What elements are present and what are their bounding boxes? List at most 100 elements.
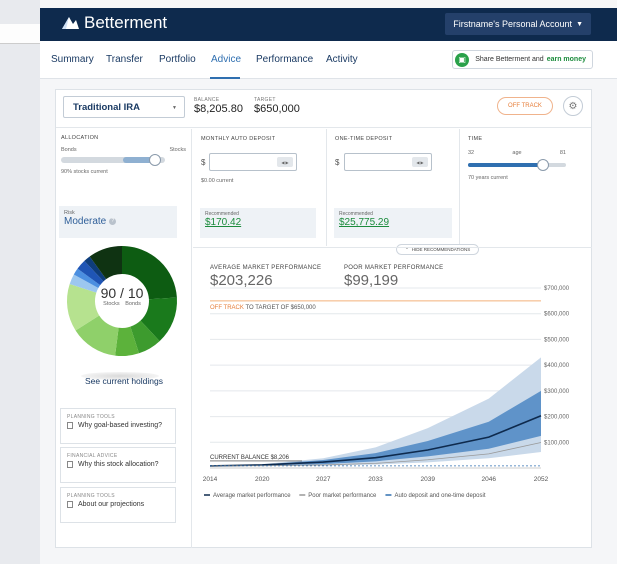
account-menu-label: Firstname's Personal Account	[453, 19, 573, 29]
time-mid: age	[512, 150, 522, 156]
earn-money-text: earn money	[546, 56, 586, 63]
x-tick-label: 2020	[255, 476, 270, 483]
time-slider-fill	[468, 163, 544, 167]
stepper-arrows-icon[interactable]: ◀ ▶	[277, 157, 293, 167]
monthly-reco-value[interactable]: $170.42	[205, 217, 311, 228]
tool-kind: PLANNING TOOLS	[67, 493, 115, 499]
donut-slice[interactable]	[84, 256, 107, 282]
time-slider[interactable]	[468, 159, 566, 171]
x-tick-label: 2039	[421, 476, 436, 483]
tool-link: About our projections	[67, 501, 169, 508]
y-tick-label: $500,000	[544, 337, 570, 343]
gift-icon: ▣	[455, 52, 470, 67]
allocation-slider[interactable]	[61, 154, 165, 166]
onetime-title: ONE-TIME DEPOSIT	[335, 136, 393, 142]
background-window-edge	[0, 0, 617, 8]
brand-name: Betterment	[84, 13, 168, 32]
time-slider-handle[interactable]	[537, 159, 550, 171]
tool-stock-allocation[interactable]: FINANCIAL ADVICE Why this stock allocati…	[60, 447, 176, 483]
donut-stocks-label: Stocks	[103, 301, 120, 307]
y-tick-label: $100,000	[544, 440, 570, 446]
time-section: TIME 32 age 81 70 years current	[460, 129, 592, 246]
onetime-deposit-input[interactable]: ◀ ▶	[344, 153, 432, 171]
nav-advice[interactable]: Advice	[211, 54, 241, 65]
tool-label: Why goal-based investing?	[78, 422, 163, 429]
donut-slice[interactable]	[115, 326, 139, 356]
off-track-target: TO TARGET OF $650,000	[244, 305, 316, 311]
y-tick-label: $600,000	[544, 312, 570, 318]
y-tick-label: $700,000	[544, 286, 570, 292]
dollar-sign: $	[201, 158, 206, 167]
stocks-label: Stocks	[169, 147, 186, 153]
x-tick-label: 2046	[482, 476, 497, 483]
goal-card: Traditional IRA ▼ BALANCE $8,205.80 TARG…	[55, 89, 592, 548]
stepper-arrows-icon[interactable]: ◀ ▶	[412, 157, 428, 167]
time-max: 81	[559, 150, 566, 156]
nav-transfer[interactable]: Transfer	[106, 54, 143, 65]
off-track-button[interactable]: OFF TRACK	[497, 97, 553, 115]
tool-link: Why this stock allocation?	[67, 461, 169, 468]
projection-panel: AVERAGE MARKET PERFORMANCE $203,226 POOR…	[193, 247, 592, 548]
share-earn-button[interactable]: ▣ Share Betterment and earn money	[452, 50, 593, 69]
donut-slice[interactable]	[129, 320, 160, 354]
balance-block: BALANCE $8,205.80	[194, 97, 243, 115]
y-tick-label: $300,000	[544, 389, 570, 395]
donut-slice[interactable]	[89, 246, 123, 280]
time-min: 32	[468, 150, 475, 156]
nav-summary[interactable]: Summary	[51, 54, 94, 65]
share-text: Share Betterment and	[475, 56, 544, 63]
tool-goal-based[interactable]: PLANNING TOOLS Why goal-based investing?	[60, 408, 176, 444]
y-tick-label: $400,000	[544, 363, 570, 369]
y-tick-label: $200,000	[544, 415, 570, 421]
donut-slice[interactable]	[75, 314, 120, 356]
chevron-down-icon: ▼	[172, 105, 177, 111]
monthly-current: $0.00 current	[201, 178, 234, 184]
account-select[interactable]: Traditional IRA ▼	[63, 96, 185, 118]
off-track-annotation: OFF TRACK TO TARGET OF $650,000	[210, 305, 316, 311]
allocation-slider-handle[interactable]	[148, 154, 161, 166]
monthly-deposit-input[interactable]: ◀ ▶	[209, 153, 297, 171]
legend-label: Average market performance	[213, 493, 291, 499]
x-tick-label: 2052	[534, 476, 549, 483]
chevron-down-icon: ▼	[576, 20, 583, 28]
donut-slice[interactable]	[73, 268, 101, 289]
x-tick-label: 2033	[368, 476, 383, 483]
balance-value: $8,205.80	[194, 103, 243, 115]
donut-slice[interactable]	[77, 260, 104, 286]
document-icon	[67, 501, 73, 508]
projection-chart: OFF TRACK TO TARGET OF $650,000 $100,000…	[203, 286, 570, 499]
help-icon[interactable]: ?	[109, 217, 117, 225]
tool-projections[interactable]: PLANNING TOOLS About our projections	[60, 487, 176, 523]
background-window	[0, 24, 40, 44]
brand-logo[interactable]: Betterment	[60, 13, 167, 33]
current-balance-label: CURRENT BALANCE $8,206	[210, 455, 290, 461]
allocation-donut: 90 / 10 Stocks Bonds	[64, 243, 180, 359]
top-bar: Betterment Firstname's Personal Account …	[40, 8, 617, 41]
tool-label: About our projections	[78, 501, 145, 508]
legend-label: Auto deposit and one-time deposit	[394, 493, 485, 499]
nav-performance[interactable]: Performance	[256, 54, 313, 65]
nav-portfolio[interactable]: Portfolio	[159, 54, 196, 65]
donut-bonds-label: Bonds	[125, 301, 141, 307]
app-window: Betterment Firstname's Personal Account …	[40, 8, 617, 564]
document-icon	[67, 461, 73, 468]
monthly-recommended: Recommended $170.42	[200, 208, 316, 238]
off-track-word: OFF TRACK	[210, 305, 244, 311]
tool-kind: FINANCIAL ADVICE	[67, 453, 118, 459]
time-current: 70 years current	[468, 175, 508, 181]
onetime-reco-value[interactable]: $25,775.29	[339, 217, 447, 228]
time-scale: 32 age 81	[468, 150, 566, 156]
allocation-ends: Bonds Stocks	[61, 147, 186, 153]
tool-kind: PLANNING TOOLS	[67, 414, 115, 420]
account-menu-button[interactable]: Firstname's Personal Account ▼	[445, 13, 591, 35]
see-holdings-link[interactable]: See current holdings	[56, 376, 192, 386]
gear-icon[interactable]: ⚙	[563, 96, 583, 116]
monthly-title: MONTHLY AUTO DEPOSIT	[201, 136, 276, 142]
target-value: $650,000	[254, 103, 300, 115]
monthly-deposit-section: MONTHLY AUTO DEPOSIT $ ◀ ▶ $0.00 current…	[193, 129, 327, 246]
projection-band	[210, 357, 541, 467]
nav-activity[interactable]: Activity	[326, 54, 358, 65]
donut-ratio: 90 / 10	[100, 285, 144, 301]
tool-link: Why goal-based investing?	[67, 422, 169, 429]
allocation-title: ALLOCATION	[61, 135, 99, 141]
